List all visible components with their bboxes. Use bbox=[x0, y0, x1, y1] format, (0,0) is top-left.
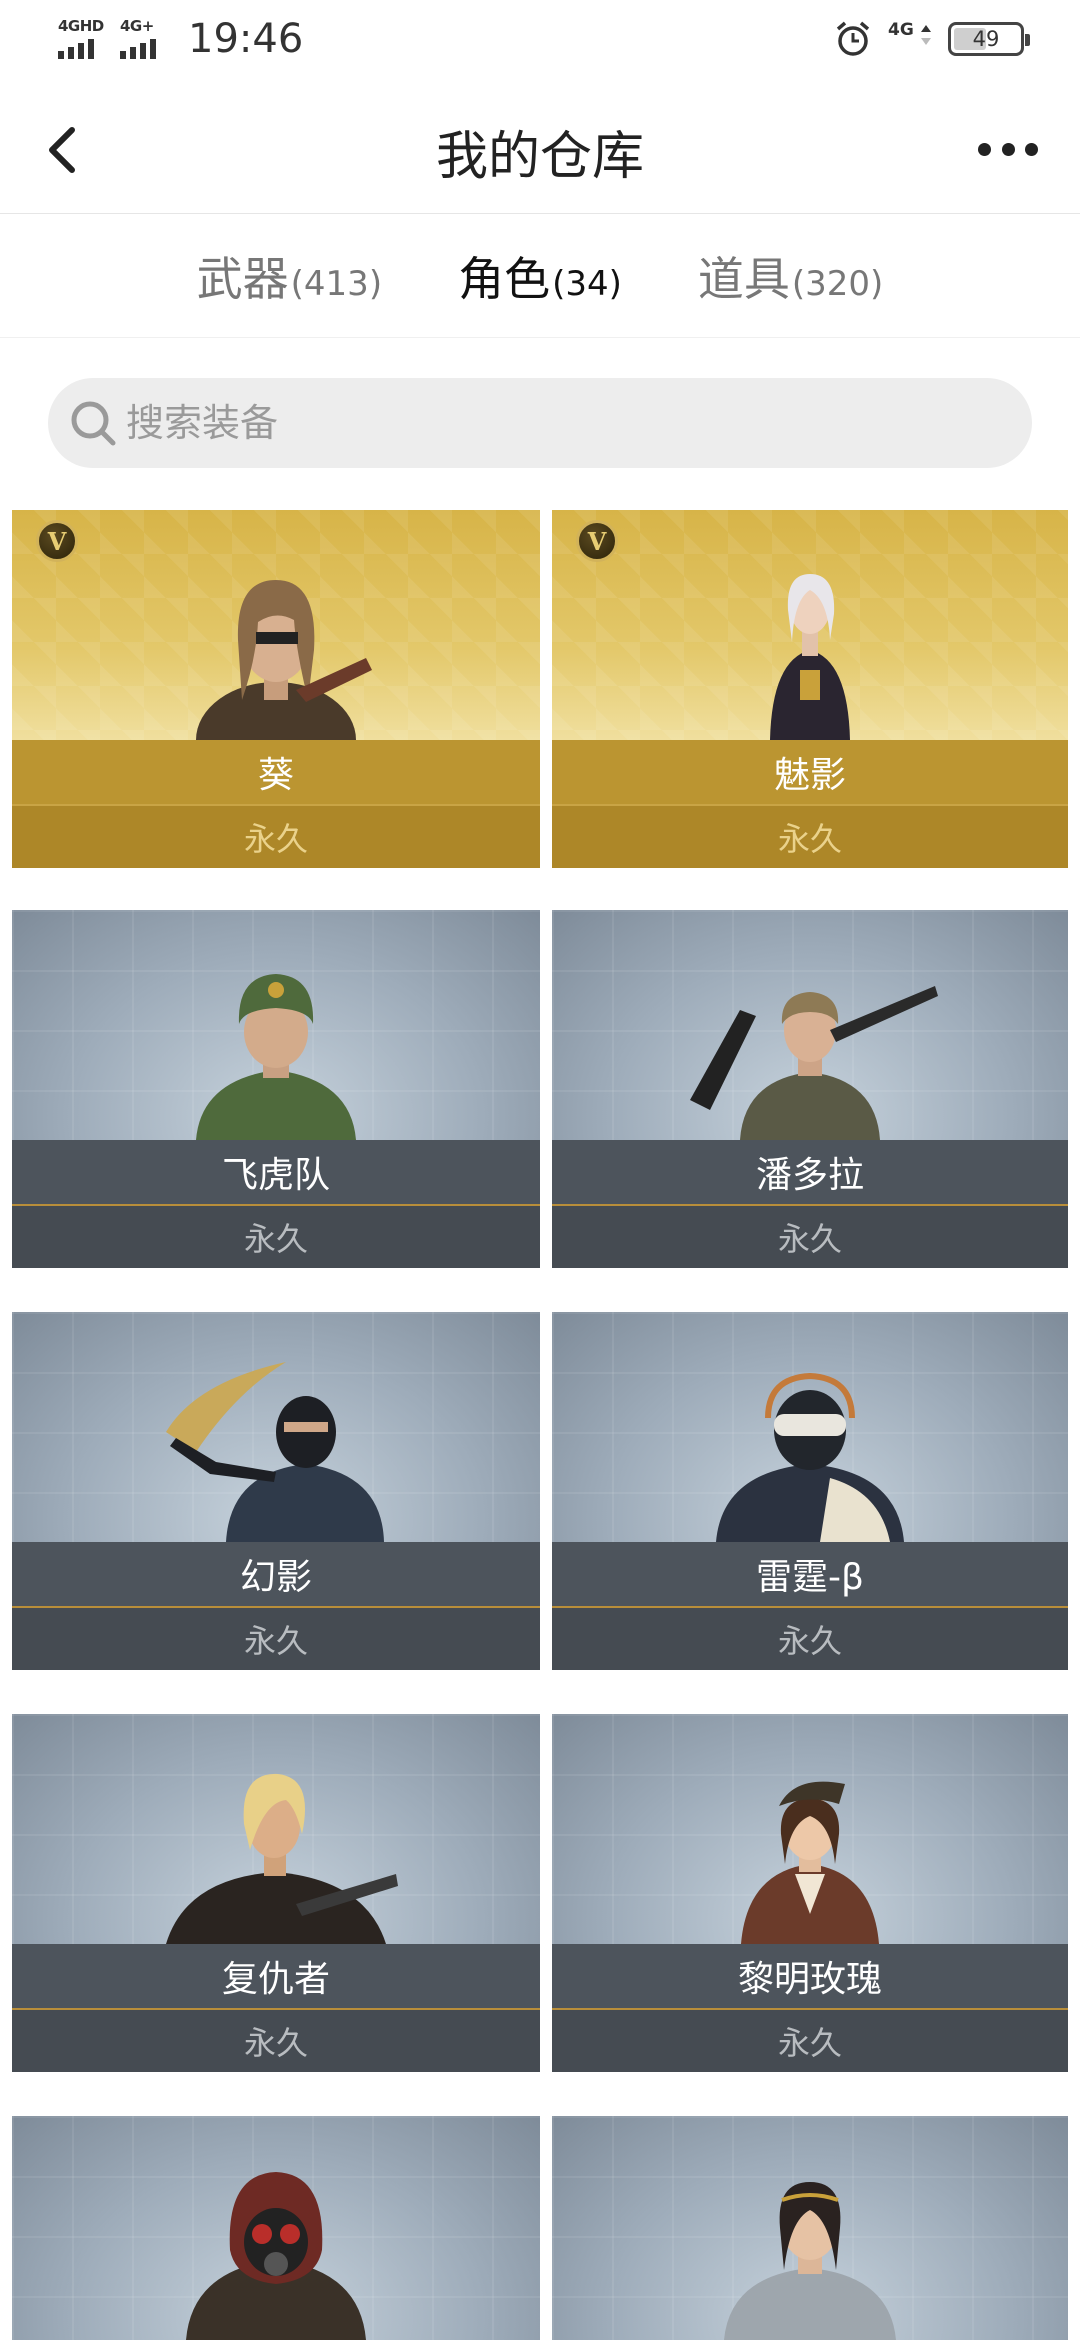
character-card[interactable]: V 魅影 永久 bbox=[552, 510, 1068, 868]
character-duration: 永久 bbox=[12, 804, 540, 868]
character-portrait bbox=[716, 1372, 904, 1542]
network-type-label: 4G+ bbox=[120, 17, 154, 35]
character-name: 魅影 bbox=[552, 740, 1068, 804]
character-card[interactable]: 飞虎队 永久 bbox=[12, 910, 540, 1268]
character-name: 飞虎队 bbox=[12, 1140, 540, 1204]
character-name: 雷霆-β bbox=[552, 1542, 1068, 1606]
battery-icon: 49 bbox=[948, 22, 1030, 56]
character-duration: 永久 bbox=[12, 2008, 540, 2072]
page-title: 我的仓库 bbox=[435, 127, 644, 187]
character-name: 复仇者 bbox=[12, 1944, 540, 2008]
character-portrait bbox=[770, 574, 850, 740]
character-duration: 永久 bbox=[552, 2008, 1068, 2072]
status-bar: 4GHD 4G+ 19:46 4G 49 bbox=[0, 0, 1080, 84]
character-duration: 永久 bbox=[552, 804, 1068, 868]
character-card[interactable]: 复仇者 永久 bbox=[12, 1714, 540, 2072]
character-name: 潘多拉 bbox=[552, 1140, 1068, 1204]
alarm-icon bbox=[836, 21, 870, 56]
character-portrait bbox=[741, 1781, 879, 1944]
mobile-data-icon: 4G bbox=[888, 20, 932, 58]
battery-level: 49 bbox=[972, 27, 1000, 51]
search-icon bbox=[71, 401, 116, 446]
signal-icon: 4G+ bbox=[120, 17, 170, 61]
tab-items[interactable]: 道具 (320) bbox=[698, 243, 883, 309]
character-art bbox=[12, 910, 540, 1140]
character-card[interactable] bbox=[12, 2116, 540, 2340]
character-card[interactable]: 雷霆-β 永久 bbox=[552, 1312, 1068, 1670]
clock: 19:46 bbox=[188, 16, 304, 62]
vip-badge-icon: V bbox=[36, 520, 78, 562]
vip-badge-icon: V bbox=[576, 520, 618, 562]
character-art bbox=[12, 1312, 540, 1542]
character-name: 幻影 bbox=[12, 1542, 540, 1606]
category-tabs: 武器 (413) 角色 (34) 道具 (320) bbox=[0, 214, 1080, 338]
character-portrait bbox=[196, 974, 356, 1140]
character-card[interactable]: 潘多拉 永久 bbox=[552, 910, 1068, 1268]
top-nav-bar: 我的仓库 bbox=[0, 84, 1080, 214]
search-input[interactable] bbox=[126, 401, 926, 445]
character-duration: 永久 bbox=[12, 1606, 540, 1670]
tab-count: (320) bbox=[791, 263, 884, 304]
status-right: 4G 49 bbox=[834, 20, 1030, 58]
character-card[interactable]: V 葵 永久 bbox=[12, 510, 540, 868]
character-card[interactable]: 幻影 永久 bbox=[12, 1312, 540, 1670]
network-type-label: 4GHD bbox=[58, 17, 104, 35]
character-portrait bbox=[186, 2172, 366, 2340]
character-portrait bbox=[690, 986, 938, 1140]
character-name: 葵 bbox=[12, 740, 540, 804]
character-art bbox=[552, 1714, 1068, 1944]
character-art bbox=[12, 2116, 540, 2340]
character-card[interactable] bbox=[552, 2116, 1068, 2340]
status-left: 4GHD 4G+ 19:46 bbox=[58, 16, 303, 62]
character-portrait bbox=[166, 1362, 384, 1542]
character-art bbox=[12, 1714, 540, 1944]
tab-label: 武器 bbox=[196, 251, 289, 306]
tab-label: 道具 bbox=[697, 251, 790, 306]
character-art: V bbox=[12, 510, 540, 740]
character-art bbox=[552, 910, 1068, 1140]
tab-count: (413) bbox=[290, 263, 383, 304]
signal-icon: 4GHD bbox=[58, 17, 108, 61]
tab-weapons[interactable]: 武器 (413) bbox=[197, 243, 382, 309]
character-art bbox=[552, 1312, 1068, 1542]
character-name: 黎明玫瑰 bbox=[552, 1944, 1068, 2008]
search-bar[interactable] bbox=[48, 378, 1032, 468]
tab-label: 角色 bbox=[458, 251, 551, 306]
character-art: V bbox=[552, 510, 1068, 740]
character-card[interactable]: 黎明玫瑰 永久 bbox=[552, 1714, 1068, 2072]
tab-count: (34) bbox=[552, 263, 622, 304]
more-options-icon[interactable] bbox=[978, 134, 1038, 164]
character-duration: 永久 bbox=[552, 1204, 1068, 1268]
character-portrait bbox=[196, 580, 372, 740]
character-art bbox=[552, 2116, 1068, 2340]
character-duration: 永久 bbox=[552, 1606, 1068, 1670]
character-portrait bbox=[724, 2182, 896, 2340]
character-duration: 永久 bbox=[12, 1204, 540, 1268]
character-portrait bbox=[166, 1773, 398, 1944]
tab-characters[interactable]: 角色 (34) bbox=[458, 243, 622, 309]
